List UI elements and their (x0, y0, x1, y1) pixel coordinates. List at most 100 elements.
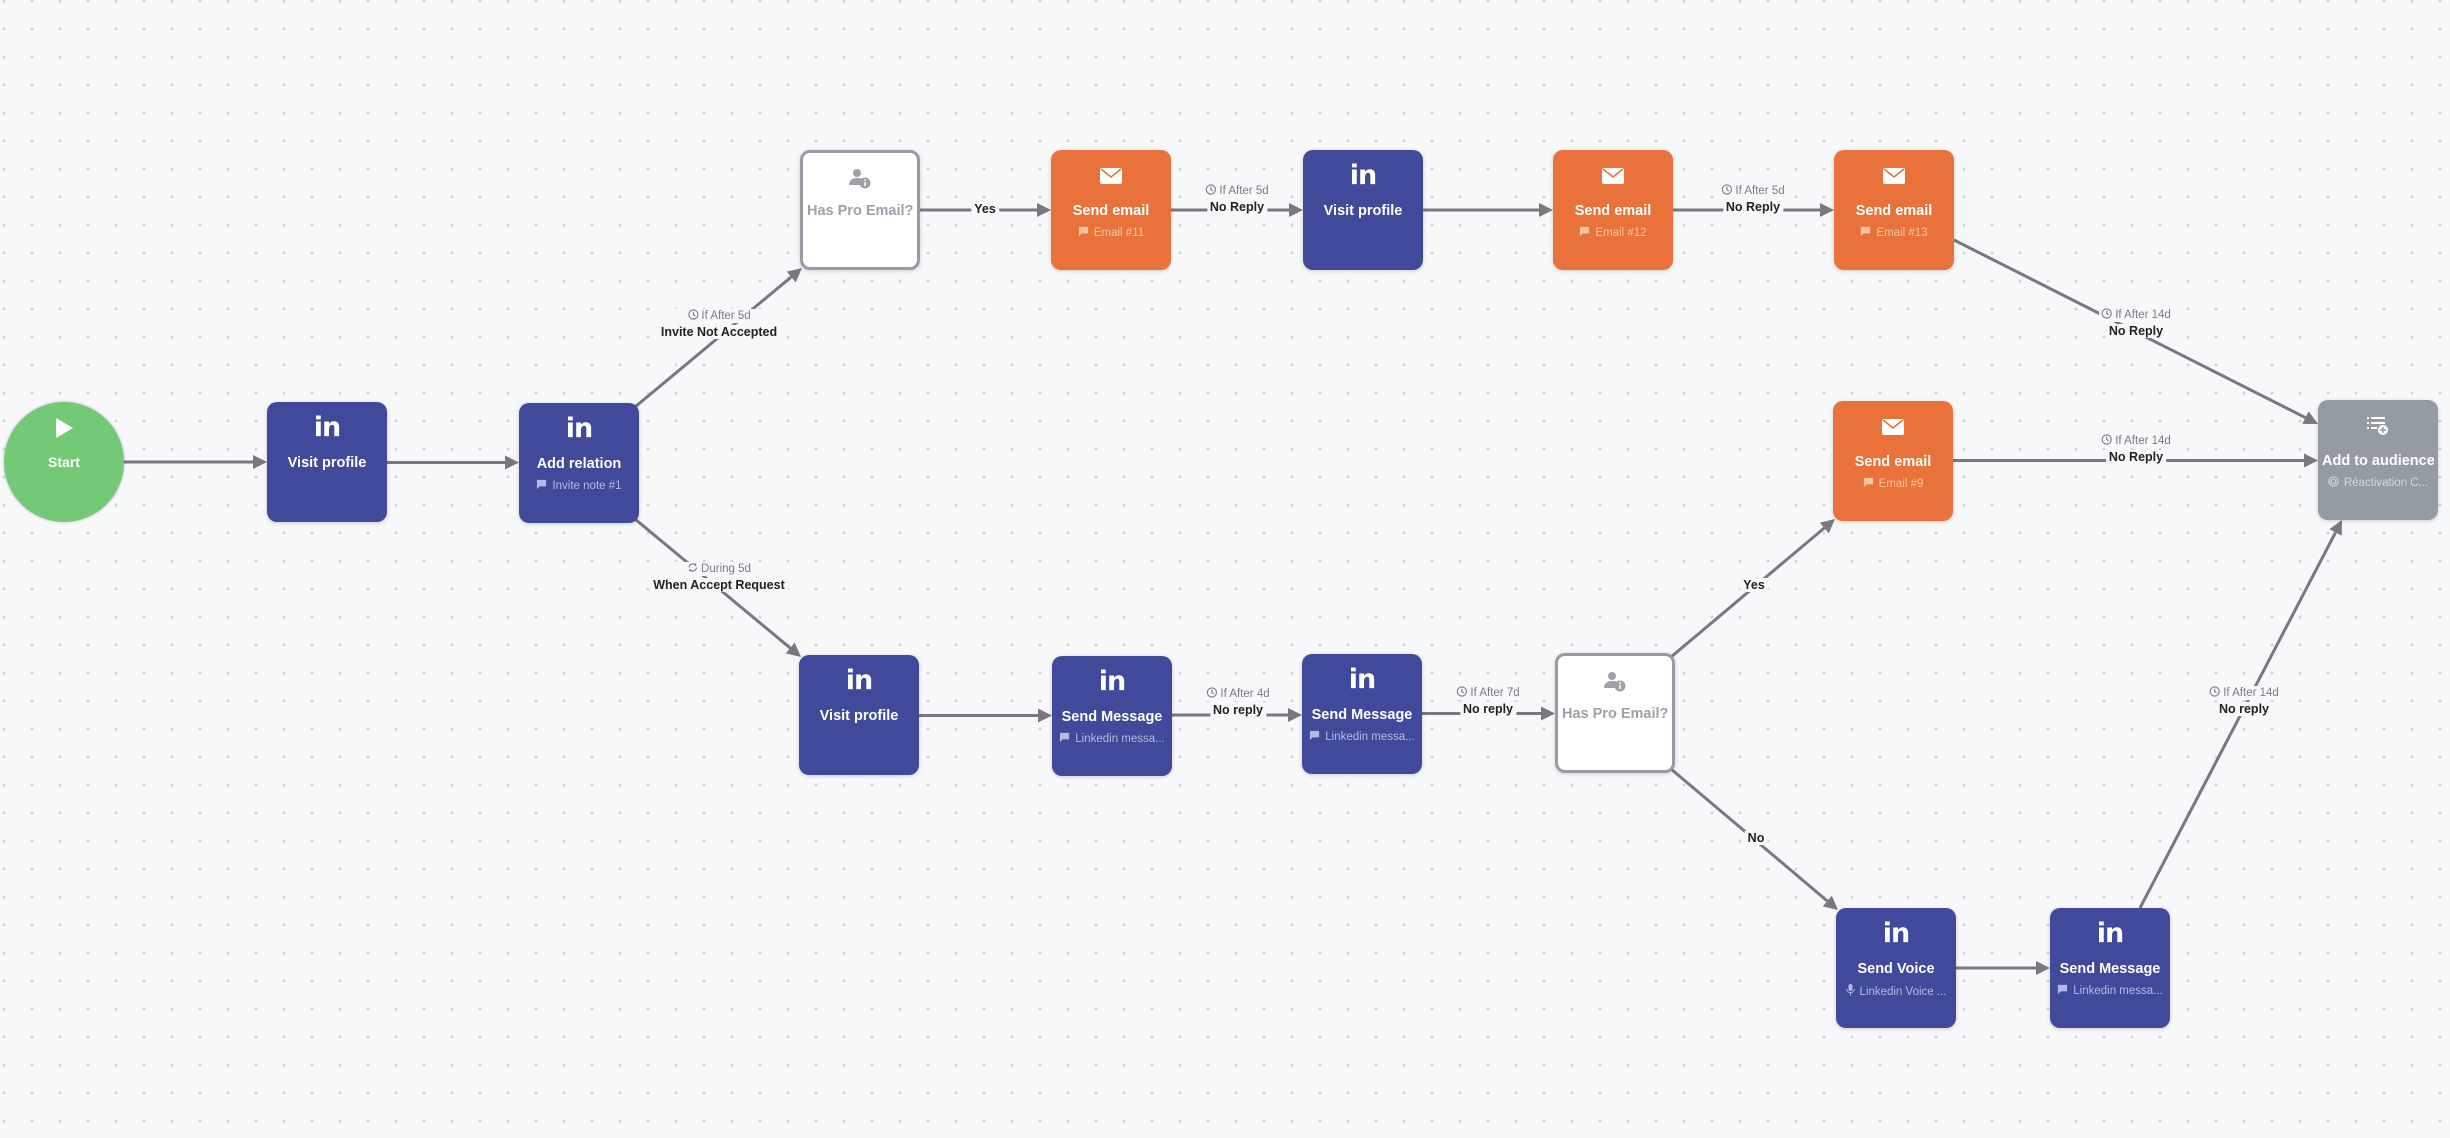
edge-label-invite-not-accepted[interactable]: If After 5d Invite Not Accepted (657, 309, 781, 341)
linkedin-icon: in (1098, 666, 1127, 697)
has-pro-email-condition-bottom[interactable]: Has Pro Email? (1555, 653, 1675, 773)
clock-icon (2101, 308, 2112, 322)
mic-icon (1845, 984, 1855, 999)
linkedin-icon: in (845, 665, 874, 696)
arrowhead (785, 642, 801, 657)
chat-icon (536, 479, 547, 493)
add-to-audience-node[interactable]: Add to audience Réactivation C... (2318, 400, 2438, 520)
arrowhead (2329, 520, 2342, 536)
chat-icon (1078, 226, 1089, 240)
edge-label-no-reply-msg2[interactable]: If After 7d No reply (1454, 686, 1522, 718)
edge-label-no-reply-msg1[interactable]: If After 4d No reply (1204, 687, 1272, 719)
add-relation-node[interactable]: in Add relation Invite note #1 (519, 403, 639, 523)
audience-icon (2328, 476, 2339, 490)
node-title: Send email (1854, 454, 1932, 470)
send-voice-node[interactable]: in Send Voice Linkedin Voice ... (1836, 908, 1956, 1028)
send-message-2-node[interactable]: in Send Message Linkedin messa... (1302, 654, 1422, 774)
arrowhead (1038, 708, 1052, 723)
node-title: Send Message (1311, 707, 1413, 723)
node-title: Visit profile (819, 708, 899, 724)
arrowhead (1289, 203, 1303, 217)
linkedin-icon: in (565, 413, 594, 444)
linkedin-icon: in (1349, 160, 1378, 191)
refresh-icon (687, 562, 698, 576)
chat-icon (1309, 730, 1320, 744)
envelope-icon (1833, 413, 1953, 441)
send-email-9-node[interactable]: Send email Email #9 (1833, 401, 1953, 521)
node-subtitle: Email #11 (1057, 226, 1165, 240)
node-subtitle: Invite note #1 (525, 479, 633, 493)
edge-label-no-reply-msg3[interactable]: If After 14d No reply (2207, 686, 2281, 718)
chat-icon (1579, 226, 1590, 240)
linkedin-icon: in (1348, 664, 1377, 695)
envelope-icon (1553, 162, 1673, 190)
arrowhead (1037, 203, 1051, 217)
arrowhead (1819, 519, 1835, 534)
user-info-icon (803, 165, 917, 193)
edge-label-when-accept-request[interactable]: During 5d When Accept Request (650, 562, 788, 594)
node-subtitle: Linkedin messa... (1308, 730, 1416, 744)
start-node[interactable]: Start (4, 402, 124, 522)
node-subtitle: Réactivation C... (2324, 476, 2432, 490)
node-title: Send email (1855, 203, 1933, 219)
edge-label-no[interactable]: No (1744, 829, 1768, 847)
send-email-13-node[interactable]: Send email Email #13 (1834, 150, 1954, 270)
envelope-icon (1834, 162, 1954, 190)
send-message-1-node[interactable]: in Send Message Linkedin messa... (1052, 656, 1172, 776)
chat-icon (2057, 984, 2068, 998)
clock-icon (1205, 184, 1217, 198)
node-title: Has Pro Email? (807, 203, 913, 219)
arrowhead (1541, 706, 1555, 721)
clock-icon (687, 309, 699, 323)
node-title: Start (48, 454, 80, 470)
arrowhead (1820, 203, 1834, 217)
linkedin-icon: in (2096, 918, 2125, 949)
arrowhead (1288, 708, 1302, 722)
edge-label-yes-bottom[interactable]: Yes (1740, 576, 1768, 594)
arrowhead (2036, 961, 2050, 975)
node-subtitle: Email #13 (1840, 226, 1948, 240)
clock-icon (2209, 686, 2220, 700)
user-info-icon (1558, 668, 1672, 696)
node-title: Send Message (1061, 709, 1163, 725)
node-subtitle: Linkedin messa... (2056, 984, 2164, 998)
node-title: Send email (1574, 203, 1652, 219)
clock-icon (1721, 184, 1733, 198)
visit-profile-bottom-node[interactable]: in Visit profile (799, 655, 919, 775)
node-title: Add relation (536, 456, 622, 472)
visit-profile-top-node[interactable]: in Visit profile (1303, 150, 1423, 270)
send-email-12-node[interactable]: Send email Email #12 (1553, 150, 1673, 270)
linkedin-icon: in (313, 412, 342, 443)
edge-label-no-reply-email13[interactable]: If After 14d No Reply (2099, 308, 2173, 340)
arrowhead (786, 268, 802, 283)
envelope-icon (1051, 162, 1171, 190)
edge-label-no-reply-email11[interactable]: If After 5d No Reply (1203, 184, 1271, 216)
linkedin-icon: in (1882, 918, 1911, 949)
node-title: Add to audience (2322, 453, 2434, 469)
clock-icon (1456, 686, 1468, 700)
clock-icon (1206, 687, 1218, 701)
chat-icon (1860, 226, 1871, 240)
edge-label-no-reply-email12[interactable]: If After 5d No Reply (1719, 184, 1787, 216)
visit-profile-node[interactable]: in Visit profile (267, 402, 387, 522)
edge-line[interactable] (2138, 531, 2337, 909)
chat-icon (1059, 732, 1070, 746)
arrowhead (1539, 203, 1553, 217)
node-subtitle: Linkedin messa... (1058, 732, 1166, 746)
node-subtitle: Email #9 (1839, 477, 1947, 491)
workflow-canvas[interactable]: Start in Visit profile in Add relation I… (0, 0, 2450, 1138)
arrowhead (253, 455, 267, 469)
send-message-3-node[interactable]: in Send Message Linkedin messa... (2050, 908, 2170, 1028)
send-email-11-node[interactable]: Send email Email #11 (1051, 150, 1171, 270)
chat-icon (1863, 477, 1874, 491)
arrowhead (1822, 895, 1838, 910)
play-icon (4, 414, 124, 442)
node-title: Send email (1072, 203, 1150, 219)
list-add-icon (2318, 412, 2438, 440)
node-title: Send Voice (1857, 961, 1935, 977)
edge-line[interactable] (634, 275, 793, 409)
clock-icon (2101, 434, 2112, 448)
has-pro-email-condition-top[interactable]: Has Pro Email? (800, 150, 920, 270)
edge-label-yes-top[interactable]: Yes (971, 200, 999, 218)
edge-label-no-reply-email9[interactable]: If After 14d No Reply (2099, 434, 2173, 466)
